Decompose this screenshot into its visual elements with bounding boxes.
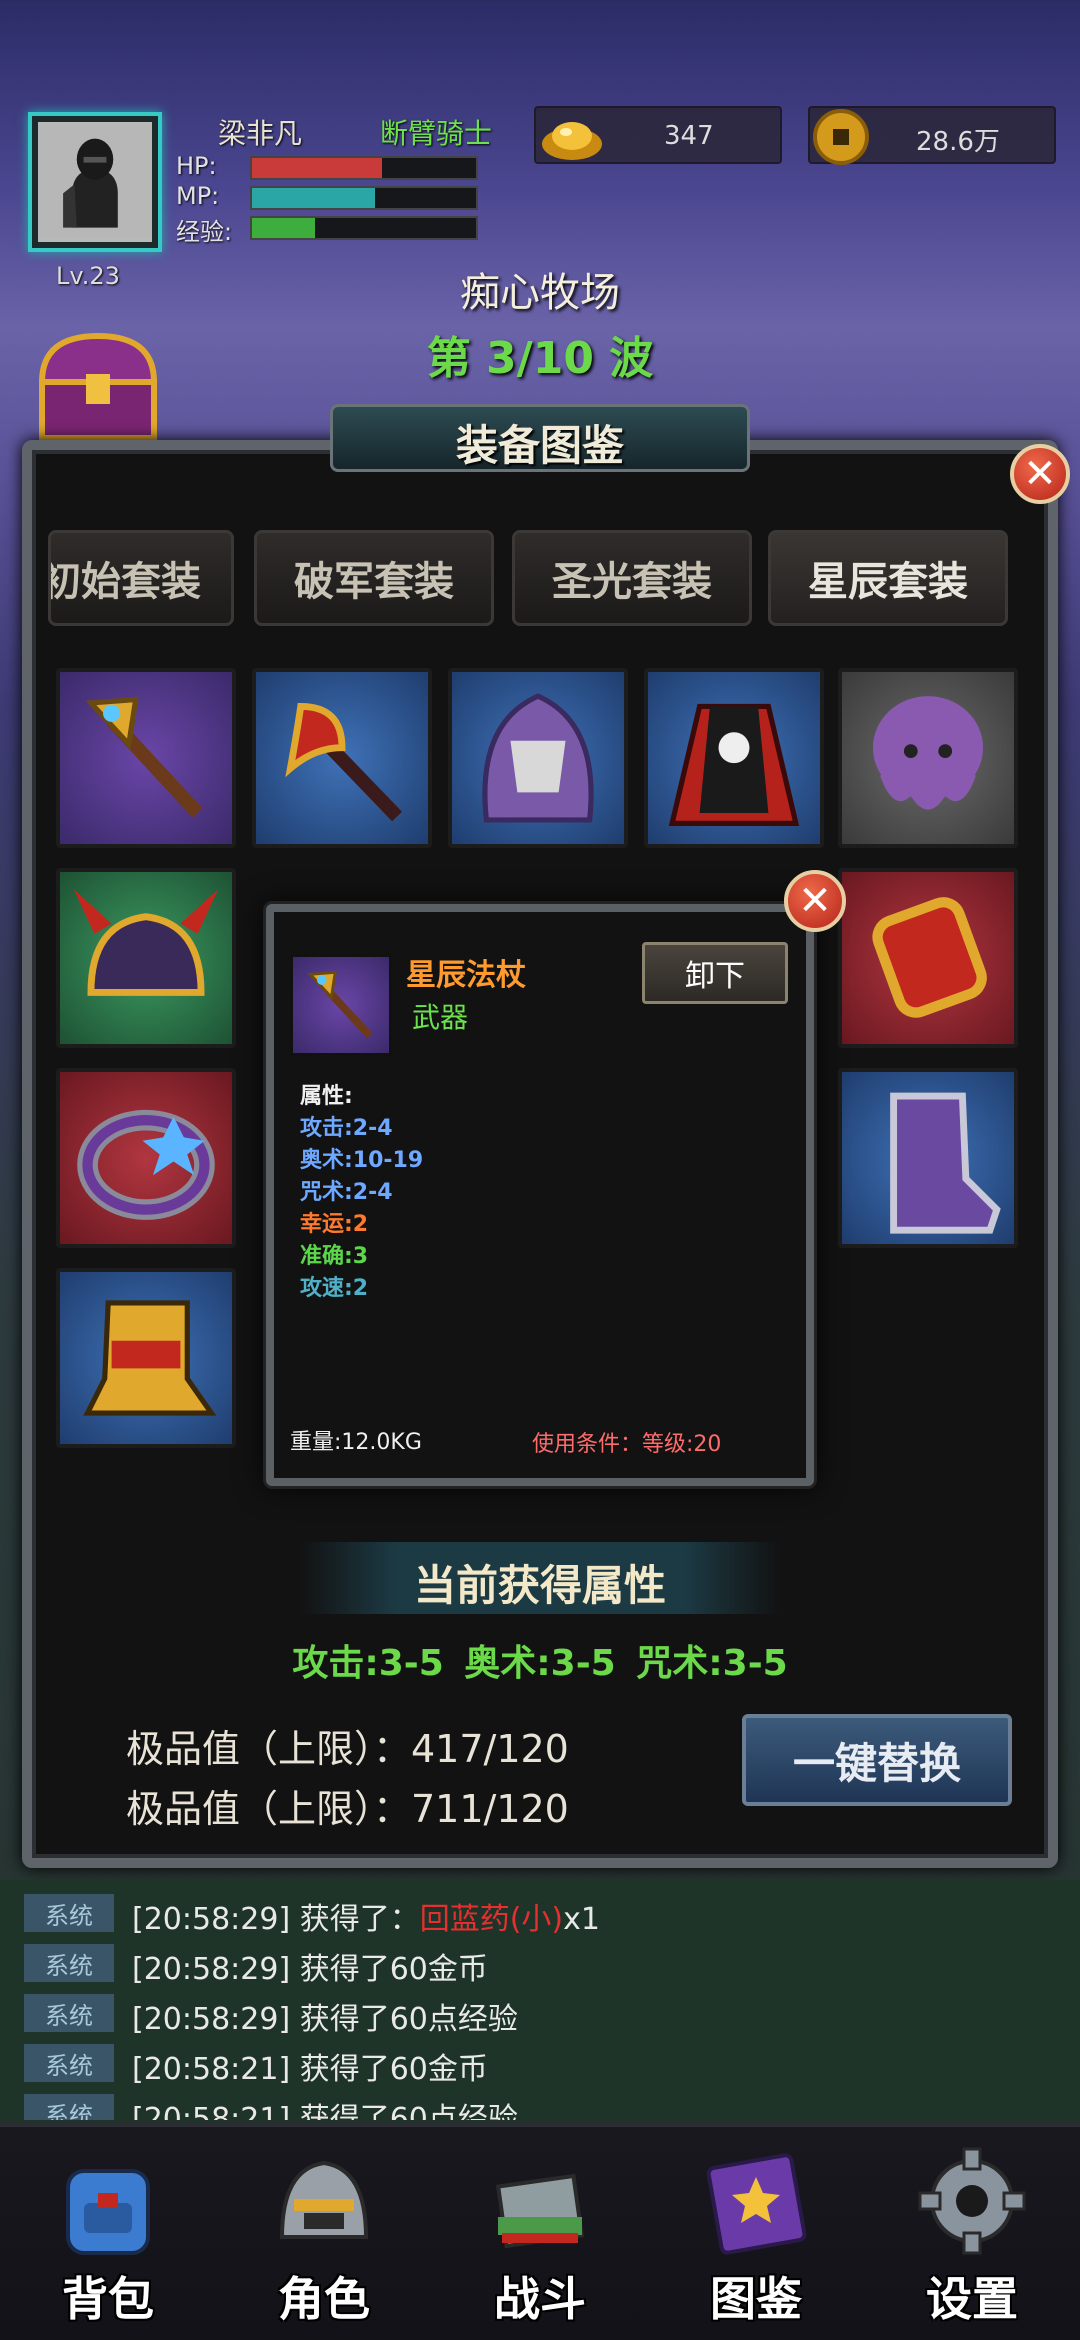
attr-attack: 攻击:2-4 <box>300 1116 393 1141</box>
chat-line: [20:58:29] 获得了：回蓝药(小)x1 <box>132 1902 600 1937</box>
bracer-icon <box>872 897 987 1018</box>
hp-label: HP: <box>176 152 217 180</box>
equip-slot-greaves[interactable] <box>56 1268 236 1448</box>
hp-bar <box>250 156 478 180</box>
chat-tag: 系统 <box>24 1894 114 1932</box>
axe-icon <box>285 702 402 822</box>
equip-slot-boots[interactable] <box>838 1068 1018 1248</box>
panel-close-button[interactable]: ✕ <box>1010 444 1070 504</box>
close-icon: ✕ <box>1023 451 1057 497</box>
chat-tag: 系统 <box>24 2094 114 2120</box>
equip-slot-cloak[interactable] <box>644 668 824 848</box>
chat-line: [20:58:29] 获得了60点经验 <box>132 2002 518 2037</box>
coin-display: 28.6万 <box>808 106 1056 165</box>
battle-icon <box>495 2173 585 2249</box>
equip-slot-helmet[interactable] <box>56 868 236 1048</box>
tab-xingchen-set[interactable]: 星辰套装 <box>768 530 1008 626</box>
player-class: 断臂骑士 <box>380 117 493 150</box>
stage-name: 痴心牧场 <box>460 270 620 316</box>
attr-accuracy: 准确:3 <box>300 1244 369 1269</box>
quality-value-2: 极品值（上限）：711/120 <box>126 1787 569 1831</box>
equip-slot-mask[interactable] <box>838 668 1018 848</box>
equip-slot-staff[interactable] <box>56 668 236 848</box>
staff-icon <box>307 970 373 1039</box>
player-name: 梁非凡 <box>218 117 303 150</box>
equip-slot-ring[interactable] <box>56 1068 236 1248</box>
tab-shengguang-set[interactable]: 圣光套装 <box>512 530 752 626</box>
ring-icon <box>77 1109 215 1220</box>
player-portrait[interactable] <box>28 112 162 252</box>
squid-mask-icon <box>872 696 984 810</box>
popup-close-button[interactable]: ✕ <box>784 870 846 932</box>
tab-pojun-set[interactable]: 破军套装 <box>254 530 494 626</box>
attr-arcane: 奥术:10-19 <box>300 1148 424 1173</box>
close-icon: ✕ <box>798 878 832 924</box>
unequip-button[interactable]: 卸下 <box>642 942 788 1004</box>
one-click-replace-button[interactable]: 一键替换 <box>742 1714 1012 1806</box>
treasure-chest-icon[interactable] <box>30 322 166 448</box>
attr-curse: 咒术:2-4 <box>300 1180 393 1205</box>
backpack-icon <box>66 2169 150 2255</box>
helmet-icon <box>279 2160 369 2239</box>
quality-value-1: 极品值（上限）：417/120 <box>126 1727 569 1771</box>
nav-battle[interactable]: 战斗 <box>450 2141 630 2340</box>
nav-backpack[interactable]: 背包 <box>18 2141 198 2340</box>
gold-ingot-icon <box>542 122 602 160</box>
panel-title: 装备图鉴 <box>455 421 624 470</box>
attr-attack-speed: 攻速:2 <box>300 1276 369 1301</box>
nav-codex[interactable]: 图鉴 <box>666 2141 846 2340</box>
item-icon <box>290 954 392 1056</box>
item-requirement: 使用条件：等级:20 <box>532 1432 722 1457</box>
chat-line: [20:58:29] 获得了60金币 <box>132 1952 488 1987</box>
equip-slot-axe[interactable] <box>252 668 432 848</box>
gear-icon <box>918 2147 1026 2255</box>
gold-ingot-display: 347 <box>534 106 782 164</box>
mp-label: MP: <box>176 182 220 210</box>
bottom-nav: 背包 角色 战斗 图鉴 设置 <box>0 2124 1080 2340</box>
summary-stats: 攻击:3-5 奥术:3-5 咒术:3-5 <box>292 1643 788 1684</box>
boots-icon <box>890 1092 1001 1234</box>
system-chat-log[interactable]: 系统 [20:58:29] 获得了：回蓝药(小)x1 系统 [20:58:29]… <box>0 1880 1080 2120</box>
equip-slot-bracer[interactable] <box>838 868 1018 1048</box>
knight-avatar-icon <box>38 122 152 242</box>
gold-ingot-count: 347 <box>664 121 714 151</box>
greaves-icon <box>83 1300 217 1416</box>
nav-character[interactable]: 角色 <box>234 2141 414 2340</box>
item-type: 武器 <box>412 1001 469 1034</box>
horned-helmet-icon <box>73 889 219 996</box>
xp-bar <box>250 216 478 240</box>
staff-icon <box>85 696 203 818</box>
item-weight: 重量:12.0KG <box>290 1430 422 1455</box>
coin-icon <box>813 109 869 165</box>
summary-title: 当前获得属性 <box>413 1561 666 1610</box>
hood-icon <box>482 693 594 823</box>
chat-line: [20:58:21] 获得了60点经验 <box>132 2102 518 2120</box>
mp-bar <box>250 186 478 210</box>
nav-settings[interactable]: 设置 <box>882 2141 1062 2340</box>
equip-slot-hood[interactable] <box>448 668 628 848</box>
chat-tag: 系统 <box>24 1994 114 2032</box>
attr-luck: 幸运:2 <box>300 1212 369 1237</box>
chat-tag: 系统 <box>24 1944 114 1982</box>
codex-book-icon <box>706 2153 807 2255</box>
attr-header: 属性: <box>300 1084 353 1109</box>
cloak-icon <box>668 703 800 826</box>
coin-count: 28.6万 <box>916 127 1000 157</box>
chat-line: [20:58:21] 获得了60金币 <box>132 2052 488 2087</box>
xp-label: 经验: <box>176 218 233 246</box>
chat-tag: 系统 <box>24 2044 114 2082</box>
tab-initial-set[interactable]: 初始套装 <box>48 530 234 626</box>
item-name: 星辰法杖 <box>406 958 526 993</box>
